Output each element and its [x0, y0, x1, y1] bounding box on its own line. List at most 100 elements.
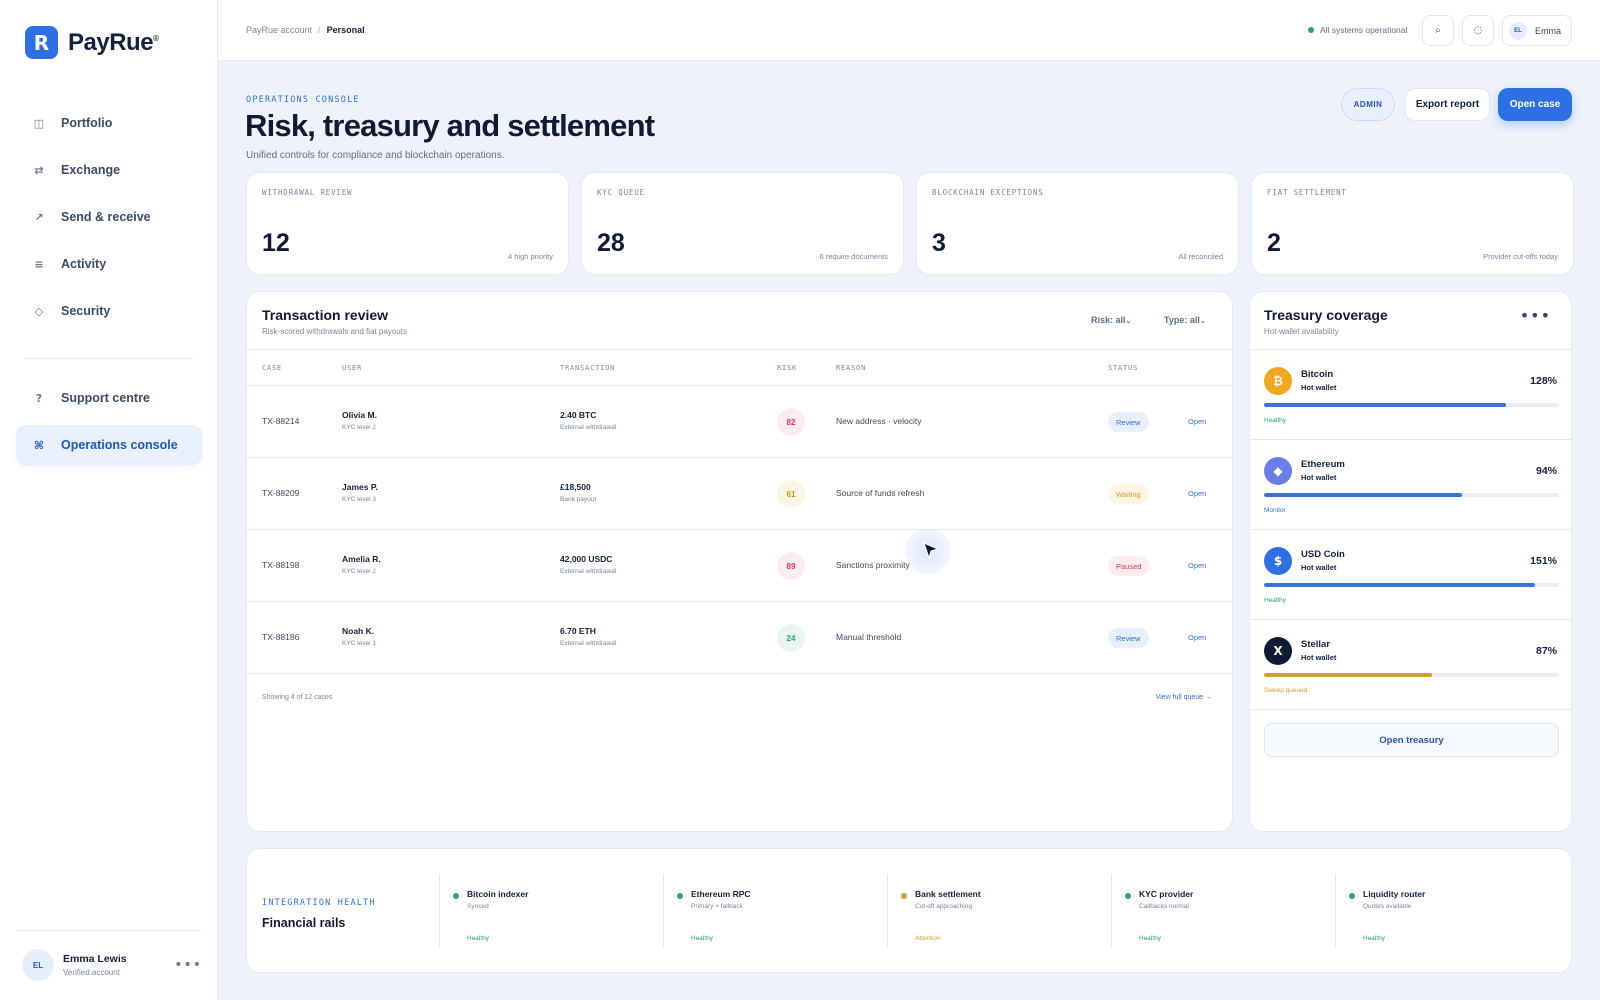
kpi-card[interactable]: KYC QUEUE 28 6 require documents: [581, 172, 904, 275]
status-dot-icon: [677, 893, 683, 899]
integration-detail: Cut-off approaching: [915, 903, 972, 910]
user-name: James P.: [342, 482, 378, 492]
kpi-value: 28: [597, 229, 625, 257]
table-row[interactable]: TX-88186 Noah K. KYC level 1 6.70 ETH Extern…: [247, 602, 1232, 674]
transaction-type: External withdrawal: [560, 640, 617, 647]
table-row[interactable]: TX-88214 Olivia M. KYC level 2 2.40 BTC Exte…: [247, 386, 1232, 458]
view-full-queue-link[interactable]: View full queue →: [1156, 694, 1212, 701]
open-case-link[interactable]: Open: [1188, 489, 1206, 498]
user-menu-button[interactable]: EL Emma: [1502, 15, 1572, 46]
transaction-amount: 42,000 USDC: [560, 554, 613, 564]
integration-item[interactable]: KYC provider Callbacks normal Healthy: [1111, 874, 1335, 948]
chevron-down-icon: ⌄: [1199, 318, 1206, 325]
integration-detail: Primary + fallback: [691, 903, 743, 910]
brand-name: PayRue®: [68, 28, 159, 56]
treasury-coverage-card: Treasury coverage Hot-wallet availabilit…: [1249, 291, 1572, 832]
coverage-bar: [1264, 583, 1559, 587]
integration-detail: Synced: [467, 903, 489, 910]
kpi-card[interactable]: BLOCKCHAIN EXCEPTIONS 3 All reconciled: [916, 172, 1239, 275]
asset-name: Stellar: [1301, 639, 1331, 650]
sidebar-item-activity[interactable]: ≡ Activity: [16, 244, 202, 284]
section-title: Financial rails: [262, 916, 346, 930]
risk-filter-dropdown[interactable]: Risk: all⌄: [1091, 315, 1131, 325]
page-eyebrow: OPERATIONS CONSOLE: [246, 95, 360, 105]
sidebar-footer-divider: [16, 930, 201, 931]
card-title: Transaction review: [262, 307, 389, 323]
integration-detail: Quotes available: [1363, 903, 1412, 910]
card-subtitle: Hot-wallet availability: [1264, 327, 1339, 336]
table-row[interactable]: TX-88209 James P. KYC level 3 £18,500 Bank p…: [247, 458, 1232, 530]
transaction-amount: 6.70 ETH: [560, 626, 596, 636]
bitcoin-icon: ₿: [1264, 367, 1292, 395]
status-dot-icon: [1125, 893, 1131, 899]
transaction-amount: £18,500: [560, 482, 591, 492]
export-report-button[interactable]: Export report: [1405, 88, 1490, 121]
sidebar-item-support-centre[interactable]: ? Support centre: [16, 378, 202, 418]
open-case-link[interactable]: Open: [1188, 561, 1206, 570]
search-button[interactable]: ⌕: [1422, 15, 1454, 46]
integration-item[interactable]: Bitcoin indexer Synced Healthy: [439, 874, 663, 948]
sidebar-item-label: Portfolio: [61, 116, 113, 130]
breadcrumb-separator: /: [318, 25, 321, 35]
kpi-card[interactable]: FIAT SETTLEMENT 2 Provider cut-offs today: [1251, 172, 1574, 275]
user-cell: Amelia R. KYC level 2: [342, 554, 381, 575]
status-dot-icon: [1349, 893, 1355, 899]
column-header-user: USER: [342, 364, 363, 372]
table-header: CASE USER TRANSACTION RISK REASON STATUS: [247, 349, 1232, 386]
chevron-down-icon: ⌄: [1125, 318, 1132, 325]
transaction-cell: 42,000 USDC External withdrawal: [560, 554, 616, 575]
risk-score-badge: 61: [777, 480, 805, 508]
column-header-reason: REASON: [836, 364, 867, 372]
transaction-cell: 2.40 BTC External withdrawal: [560, 410, 616, 431]
notifications-button[interactable]: ◌: [1462, 15, 1494, 46]
coverage-percent: 94%: [1535, 465, 1557, 477]
sidebar-item-operations-console[interactable]: ⌘ Operations console: [16, 425, 202, 465]
sidebar-item-exchange[interactable]: ⇄ Exchange: [16, 150, 202, 190]
case-id: TX-88198: [262, 560, 300, 570]
integration-health-card: INTEGRATION HEALTH Financial rails Bitco…: [246, 848, 1572, 973]
more-options-icon[interactable]: •••: [1520, 306, 1551, 325]
integration-name: KYC provider: [1139, 889, 1194, 899]
asset-row[interactable]: X Stellar Hot wallet 87% Sweep queued: [1250, 620, 1571, 710]
mouse-cursor-icon: [923, 542, 940, 560]
stellar-icon: X: [1264, 637, 1292, 665]
breadcrumb-parent[interactable]: PayRue account: [246, 25, 312, 35]
sidebar-item-send-receive[interactable]: ↗ Send & receive: [16, 197, 202, 237]
status-badge: Waiting: [1108, 484, 1149, 504]
system-status-text: All systems operational: [1320, 25, 1408, 35]
open-case-button[interactable]: Open case: [1498, 88, 1572, 121]
open-case-link[interactable]: Open: [1188, 417, 1206, 426]
coverage-bar: [1264, 673, 1559, 677]
table-row[interactable]: TX-88198 Amelia R. KYC level 2 42,000 USDC E…: [247, 530, 1232, 602]
coverage-bar-fill: [1264, 493, 1462, 497]
sidebar-item-portfolio[interactable]: ◫ Portfolio: [16, 103, 202, 143]
kpi-note: 6 require documents: [819, 252, 888, 261]
coverage-percent: 128%: [1530, 375, 1557, 387]
breadcrumb-current: Personal: [326, 25, 365, 35]
kyc-level: KYC level 2: [342, 568, 376, 575]
integration-detail: Callbacks normal: [1139, 903, 1189, 910]
grid-icon: ◫: [33, 116, 45, 130]
open-case-link[interactable]: Open: [1188, 633, 1206, 642]
transaction-type: Bank payout: [560, 496, 597, 503]
asset-row[interactable]: ◆ Ethereum Hot wallet 94% Monitor: [1250, 440, 1571, 530]
logo[interactable]: R PayRue®: [25, 26, 159, 59]
transaction-type: External withdrawal: [560, 424, 617, 431]
integration-item[interactable]: Liquidity router Quotes available Healthy: [1335, 874, 1559, 948]
kpi-card[interactable]: WITHDRAWAL REVIEW 12 4 high priority: [246, 172, 569, 275]
type-filter-dropdown[interactable]: Type: all⌄: [1164, 315, 1206, 325]
integration-item[interactable]: Bank settlement Cut-off approaching Attent…: [887, 874, 1111, 948]
more-options-icon[interactable]: •••: [174, 957, 202, 973]
page-title: Risk, treasury and settlement: [245, 108, 655, 143]
transaction-cell: £18,500 Bank payout: [560, 482, 596, 503]
user-name: Amelia R.: [342, 554, 381, 564]
open-treasury-button[interactable]: Open treasury: [1264, 723, 1559, 757]
sidebar-user-card[interactable]: EL Emma Lewis Verified account •••: [22, 949, 202, 981]
asset-row[interactable]: ₿ Bitcoin Hot wallet 128% Healthy: [1250, 350, 1571, 440]
coverage-percent: 151%: [1530, 555, 1557, 567]
sidebar-item-security[interactable]: ◇ Security: [16, 291, 202, 331]
asset-health-status: Sweep queued: [1264, 687, 1308, 694]
admin-badge: ADMIN: [1341, 88, 1395, 121]
integration-item[interactable]: Ethereum RPC Primary + fallback Healthy: [663, 874, 887, 948]
asset-row[interactable]: $ USD Coin Hot wallet 151% Healthy: [1250, 530, 1571, 620]
